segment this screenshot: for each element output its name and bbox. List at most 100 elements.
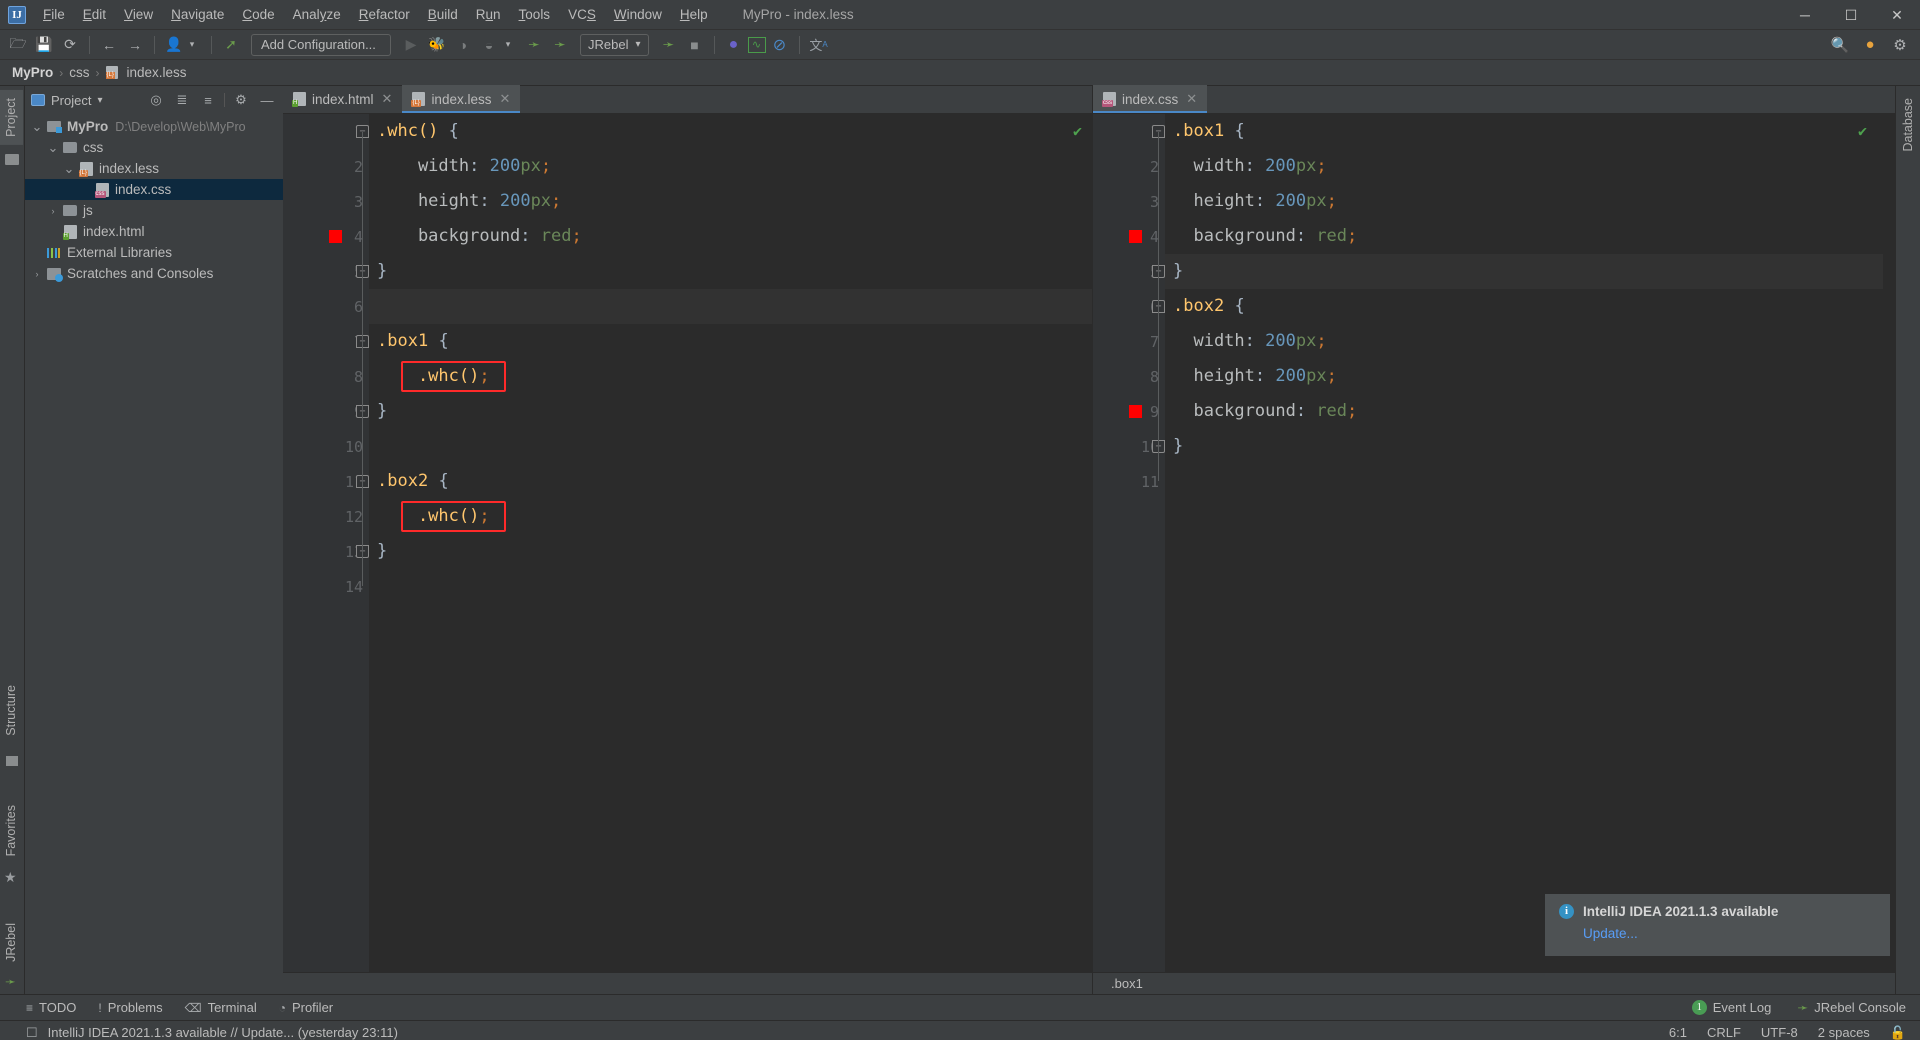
- code-line[interactable]: [369, 289, 1092, 324]
- color-swatch-gutter-icon[interactable]: [329, 230, 342, 243]
- gear-icon[interactable]: ⚙: [231, 90, 251, 110]
- close-icon[interactable]: ✕: [499, 91, 510, 107]
- menu-edit[interactable]: Edit: [74, 2, 115, 27]
- code-text-css[interactable]: .box1 { width: 200px; height: 200px; bac…: [1165, 114, 1895, 972]
- chevron-icon[interactable]: ›: [45, 206, 61, 216]
- project-tree[interactable]: ⌄ MyPro D:\Develop\Web\MyPro ⌄ css ⌄ {L} index.…: [25, 114, 283, 994]
- code-line[interactable]: }: [369, 394, 1092, 429]
- jrebel-debug-icon[interactable]: ➛: [548, 33, 572, 57]
- code-line[interactable]: [369, 569, 1092, 604]
- menu-help[interactable]: Help: [671, 2, 717, 27]
- back-icon[interactable]: ←: [97, 33, 121, 57]
- open-project-icon[interactable]: 🗁: [6, 33, 30, 57]
- tree-node-scratches-and-consoles[interactable]: › Scratches and Consoles: [25, 263, 283, 284]
- menu-vcs[interactable]: VCS: [559, 2, 605, 27]
- editor-scrollbar[interactable]: [1883, 114, 1895, 972]
- code-line[interactable]: [369, 429, 1092, 464]
- menu-code[interactable]: Code: [233, 2, 283, 27]
- chevron-icon[interactable]: ⌄: [45, 141, 61, 154]
- breadcrumb-item-index-less[interactable]: index.less: [127, 65, 187, 80]
- code-line[interactable]: .box1 {: [1165, 114, 1895, 149]
- menu-navigate[interactable]: Navigate: [162, 2, 233, 27]
- indent-setting[interactable]: 2 spaces: [1818, 1025, 1870, 1040]
- editor-tab-index-css[interactable]: css index.css ✕: [1093, 85, 1208, 113]
- code-line[interactable]: width: 200px;: [369, 149, 1092, 184]
- gutter-less[interactable]: 1−2345−67−89−1011−1213−14: [283, 114, 369, 972]
- editor-tab-index-less[interactable]: {L} index.less ✕: [402, 85, 521, 113]
- menu-refactor[interactable]: Refactor: [350, 2, 419, 27]
- close-button[interactable]: ✕: [1874, 0, 1920, 30]
- gear-icon[interactable]: ⚙: [1888, 33, 1912, 57]
- stop-icon[interactable]: ■: [683, 33, 707, 57]
- forward-icon[interactable]: →: [123, 33, 147, 57]
- code-line[interactable]: }: [1165, 254, 1895, 289]
- code-line[interactable]: .box2 {: [1165, 289, 1895, 324]
- menu-view[interactable]: View: [115, 2, 162, 27]
- code-line[interactable]: .box1 {: [369, 324, 1092, 359]
- tool-button-event-log[interactable]: 1 Event Log: [1691, 1000, 1771, 1015]
- line-separator[interactable]: CRLF: [1707, 1025, 1741, 1040]
- code-view-less[interactable]: 1−2345−67−89−1011−1213−14 .whc() { width…: [283, 114, 1092, 972]
- code-line[interactable]: width: 200px;: [1165, 324, 1895, 359]
- tree-node-css[interactable]: ⌄ css: [25, 137, 283, 158]
- inspection-status-icon-css[interactable]: ✔: [1858, 122, 1867, 140]
- editor-tab-index-html[interactable]: Hindex.html ✕: [283, 85, 402, 113]
- lock-icon[interactable]: 🔓: [1890, 1025, 1906, 1040]
- minimize-button[interactable]: ─: [1782, 0, 1828, 30]
- notification-update-link[interactable]: Update...: [1583, 926, 1876, 941]
- search-icon[interactable]: 🔍: [1828, 33, 1852, 57]
- tool-button-problems[interactable]: ! Problems: [98, 1000, 162, 1015]
- code-line[interactable]: background: red;: [1165, 219, 1895, 254]
- code-line[interactable]: }: [369, 254, 1092, 289]
- code-line[interactable]: .whc();: [369, 359, 1092, 394]
- tree-node-js[interactable]: › js: [25, 200, 283, 221]
- translate-icon[interactable]: 文A: [807, 33, 831, 57]
- save-all-icon[interactable]: 💾: [32, 33, 56, 57]
- code-line[interactable]: }: [1165, 429, 1895, 464]
- tree-node-external-libraries[interactable]: External Libraries: [25, 242, 283, 263]
- code-line[interactable]: height: 200px;: [369, 184, 1092, 219]
- tool-tab-project[interactable]: Project: [0, 90, 23, 145]
- code-line[interactable]: [1165, 464, 1895, 499]
- menu-build[interactable]: Build: [419, 2, 467, 27]
- code-line[interactable]: .whc();: [369, 499, 1092, 534]
- locate-file-icon[interactable]: ◎: [146, 90, 166, 110]
- tree-node-index-html[interactable]: Hindex.html: [25, 221, 283, 242]
- code-line[interactable]: height: 200px;: [1165, 184, 1895, 219]
- status-message-icon[interactable]: ☐: [26, 1025, 38, 1040]
- color-swatch-gutter-icon[interactable]: [1129, 230, 1142, 243]
- chevron-icon[interactable]: ⌄: [61, 162, 77, 175]
- tree-node-index-css[interactable]: css index.css: [25, 179, 283, 200]
- menu-file[interactable]: File: [34, 2, 74, 27]
- run-icon[interactable]: ▶: [399, 33, 423, 57]
- chevron-down-icon[interactable]: ▾: [97, 95, 102, 106]
- notification-bell-icon[interactable]: ●: [1858, 33, 1882, 57]
- menu-window[interactable]: Window: [605, 2, 671, 27]
- code-line[interactable]: background: red;: [369, 219, 1092, 254]
- tree-node-index-less[interactable]: ⌄ {L} index.less: [25, 158, 283, 179]
- browser-icon[interactable]: ●: [722, 33, 746, 57]
- chevron-down-icon[interactable]: ▾: [180, 33, 204, 57]
- tool-tab-structure[interactable]: Structure: [0, 677, 23, 744]
- inspection-status-icon[interactable]: ✔: [1073, 122, 1082, 140]
- run-coverage-icon[interactable]: ◑: [451, 33, 475, 57]
- tool-tab-favorites[interactable]: Favorites: [0, 797, 23, 864]
- tool-tab-database[interactable]: Database: [1896, 90, 1920, 160]
- tool-tab-jrebel[interactable]: JRebel: [0, 915, 23, 970]
- collapse-all-icon[interactable]: ≡: [198, 90, 218, 110]
- menu-tools[interactable]: Tools: [510, 2, 560, 27]
- color-swatch-gutter-icon[interactable]: [1129, 405, 1142, 418]
- code-line[interactable]: width: 200px;: [1165, 149, 1895, 184]
- tool-button-todo[interactable]: ≡ TODO: [26, 1000, 76, 1015]
- code-text-less[interactable]: .whc() { width: 200px; height: 200px; ba…: [369, 114, 1092, 972]
- menu-run[interactable]: Run: [467, 2, 510, 27]
- expand-all-icon[interactable]: ≣: [172, 90, 192, 110]
- hide-panel-icon[interactable]: —: [257, 90, 277, 110]
- breadcrumb-item-css[interactable]: css: [69, 65, 89, 80]
- sync-icon[interactable]: ⟳: [58, 33, 82, 57]
- build-icon[interactable]: ➚: [219, 33, 243, 57]
- tool-button-profiler[interactable]: ◔ Profiler: [279, 1000, 333, 1015]
- code-view-css[interactable]: 1−2345−6−78910−11 .box1 { width: 200px; …: [1093, 114, 1895, 972]
- maximize-button[interactable]: ☐: [1828, 0, 1874, 30]
- tool-button-jrebel-console[interactable]: ➛ JRebel Console: [1797, 1000, 1906, 1016]
